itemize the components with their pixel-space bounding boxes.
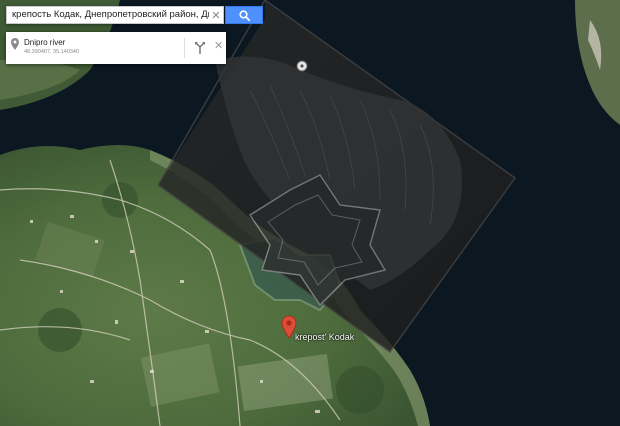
search-box[interactable]: крепость Кодак, Днепропетровский район, …	[6, 6, 224, 24]
tree-cluster	[336, 366, 384, 414]
map-place-label[interactable]: krepost' Kodak	[295, 332, 354, 342]
search-input[interactable]: крепость Кодак, Днепропетровский район, …	[7, 7, 209, 23]
location-pin-icon	[11, 38, 19, 50]
tree-cluster	[38, 308, 82, 352]
place-title: Dnipro river	[24, 38, 66, 47]
close-icon: ✕	[214, 40, 224, 52]
poi-icon[interactable]	[296, 60, 308, 72]
place-info-card: Dnipro river 48.390407, 35.140340 ✕	[6, 32, 226, 64]
directions-icon[interactable]	[193, 41, 207, 55]
close-icon: ✕	[211, 9, 221, 22]
search-button[interactable]	[225, 6, 263, 24]
search-icon	[238, 9, 250, 21]
clear-search-button[interactable]: ✕	[209, 7, 223, 23]
card-divider	[184, 38, 185, 58]
place-coordinates: 48.390407, 35.140340	[24, 49, 80, 55]
close-card-button[interactable]: ✕	[214, 39, 223, 52]
